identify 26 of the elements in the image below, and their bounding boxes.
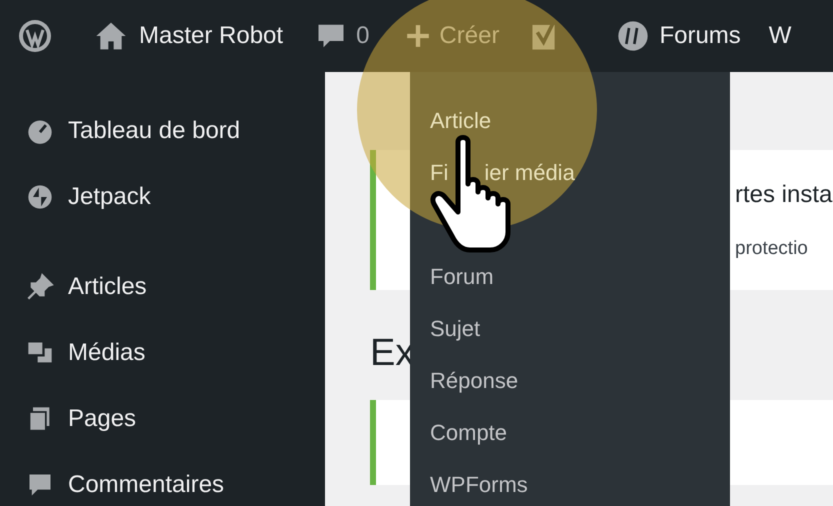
- comment-count[interactable]: 0: [356, 18, 370, 54]
- sidebar-menu-item[interactable]: Pages: [68, 401, 136, 437]
- dropdown-menu-item[interactable]: Compte: [430, 406, 508, 458]
- dropdown-menu-item[interactable]: Forum: [430, 250, 494, 302]
- wordpress-logo-icon[interactable]: [17, 18, 53, 54]
- dropdown-menu-item[interactable]: Fi: [430, 156, 448, 188]
- notice-title: rtes insta: [735, 180, 833, 210]
- admin-bar-item[interactable]: W: [768, 18, 792, 54]
- forums-link[interactable]: Forums: [659, 18, 741, 54]
- sidebar-menu-item[interactable]: Médias: [68, 335, 146, 371]
- globe-icon[interactable]: [617, 20, 650, 52]
- dropdown-menu-item[interactable]: ier média: [484, 156, 575, 188]
- bolt-circle-icon: [26, 183, 54, 211]
- plus-icon[interactable]: [405, 23, 432, 49]
- dropdown-menu-item[interactable]: Article: [430, 94, 492, 146]
- dropdown-menu-item[interactable]: Sujet: [430, 302, 480, 354]
- sidebar-menu-item[interactable]: Jetpack: [68, 179, 151, 215]
- sidebar-menu-item[interactable]: Tableau de bord: [68, 113, 240, 149]
- sidebar-menu-item[interactable]: Articles: [68, 269, 147, 305]
- site-name-link[interactable]: Master Robot: [139, 18, 284, 54]
- sidebar-menu-item[interactable]: Commentaires: [68, 467, 224, 503]
- dropdown-menu-item[interactable]: WPForms: [430, 458, 528, 506]
- pin-icon: [26, 273, 54, 301]
- dropdown-menu-item[interactable]: Réponse: [430, 354, 518, 406]
- notice-text: protectio: [735, 236, 809, 261]
- home-icon[interactable]: [95, 21, 127, 51]
